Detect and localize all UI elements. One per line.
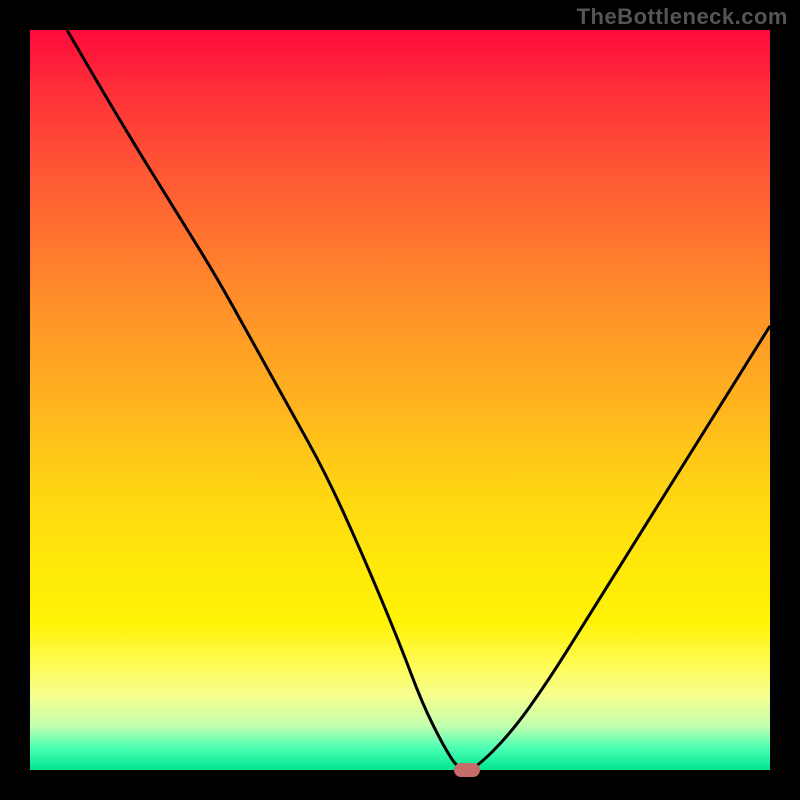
bottleneck-curve — [30, 30, 770, 770]
watermark-text: TheBottleneck.com — [577, 4, 788, 30]
optimal-point-marker — [454, 763, 480, 777]
chart-plot-area — [30, 30, 770, 770]
